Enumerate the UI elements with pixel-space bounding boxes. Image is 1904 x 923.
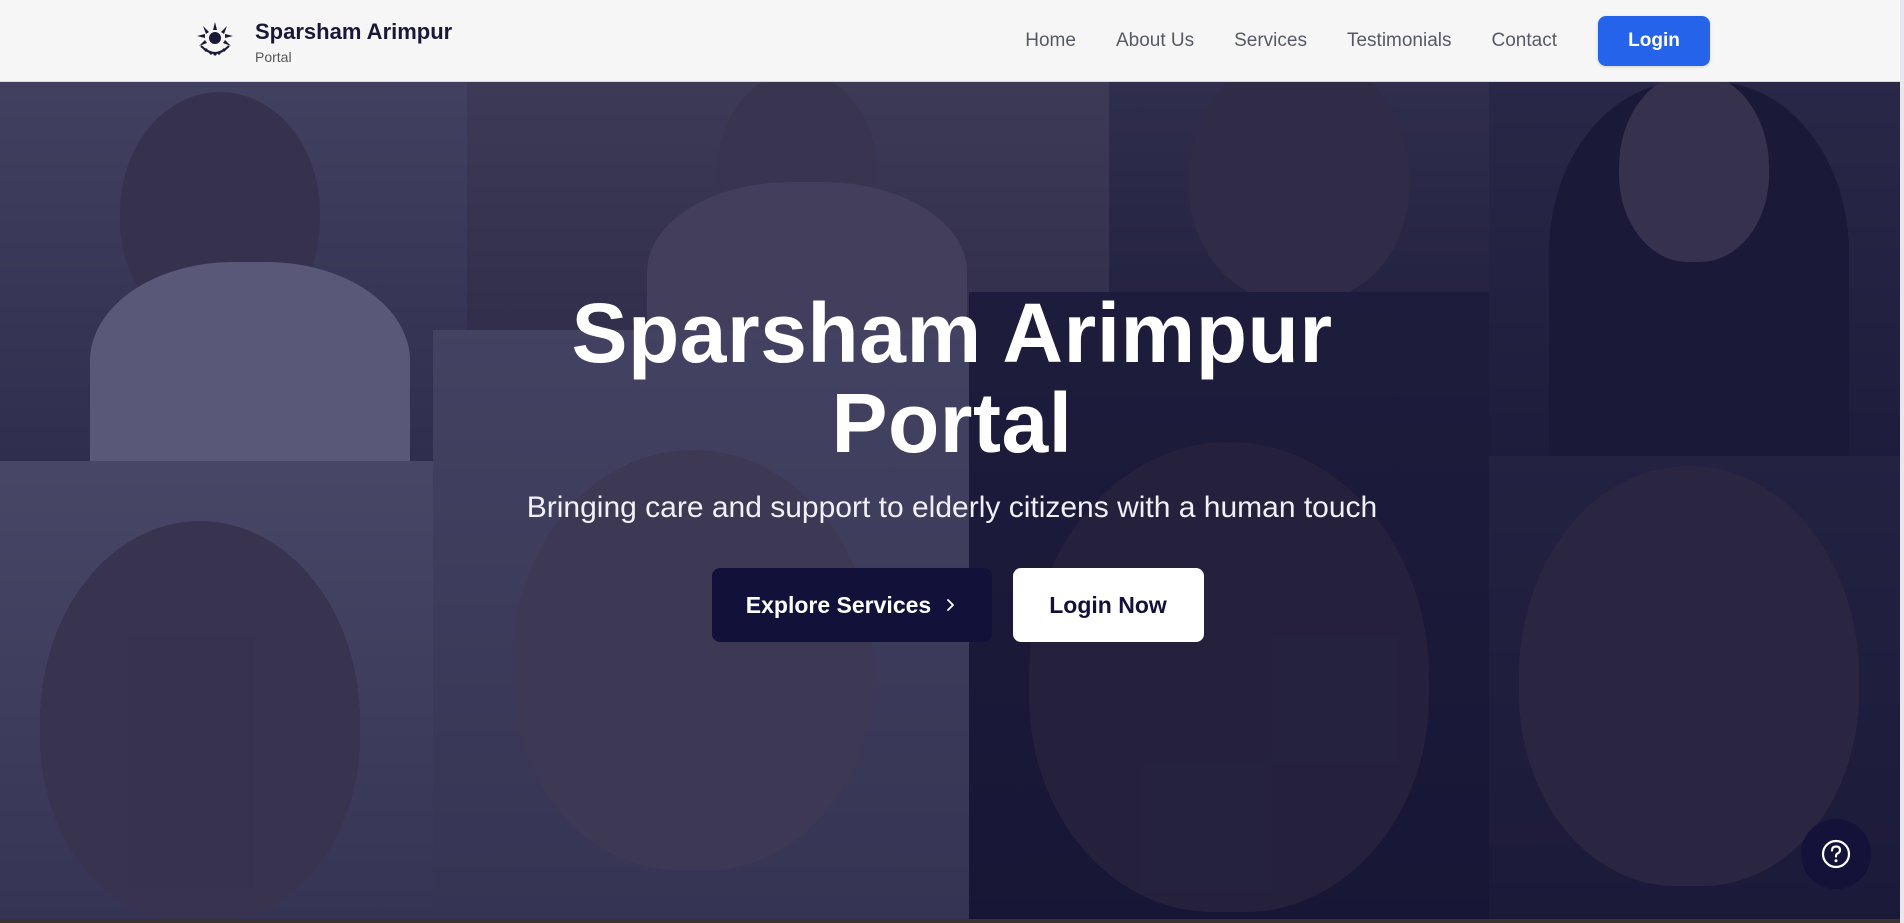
brand-title: Sparsham Arimpur: [255, 19, 453, 44]
question-circle-icon: [1821, 839, 1851, 869]
brand-subtitle: Portal: [255, 49, 292, 65]
hero-title-line-2: Portal: [831, 376, 1073, 470]
hero-title-line-1: Sparsham Arimpur: [571, 286, 1333, 380]
navbar: Sparsham Arimpur Portal Home About Us Se…: [0, 0, 1904, 82]
sun-lotus-logo-icon: [197, 22, 233, 56]
nav-links: Home About Us Services Testimonials Cont…: [1025, 0, 1904, 82]
nav-link-testimonials[interactable]: Testimonials: [1347, 30, 1452, 52]
hero-buttons: Explore Services Login Now: [0, 568, 1904, 642]
explore-services-label: Explore Services: [745, 591, 932, 618]
brand-text: Sparsham Arimpur Portal: [255, 16, 452, 66]
explore-services-button[interactable]: Explore Services: [711, 568, 992, 642]
nav-link-home[interactable]: Home: [1025, 30, 1076, 52]
chevron-right-icon: [947, 599, 955, 611]
nav-link-services[interactable]: Services: [1234, 30, 1307, 52]
window-right-edge: [1900, 0, 1904, 923]
nav-login-button[interactable]: Login: [1598, 16, 1710, 66]
login-now-button[interactable]: Login Now: [1012, 568, 1204, 642]
page: Sparsham Arimpur Portal Home About Us Se…: [0, 0, 1904, 923]
hero-subtitle: Bringing care and support to elderly cit…: [526, 491, 1378, 524]
help-button[interactable]: [1801, 819, 1871, 889]
hero-title: Sparsham Arimpur Portal: [0, 288, 1904, 468]
nav-link-about-us[interactable]: About Us: [1116, 30, 1194, 52]
nav-link-contact[interactable]: Contact: [1492, 30, 1557, 52]
window-bottom-edge: [0, 919, 1904, 923]
brand[interactable]: Sparsham Arimpur Portal: [193, 16, 452, 66]
